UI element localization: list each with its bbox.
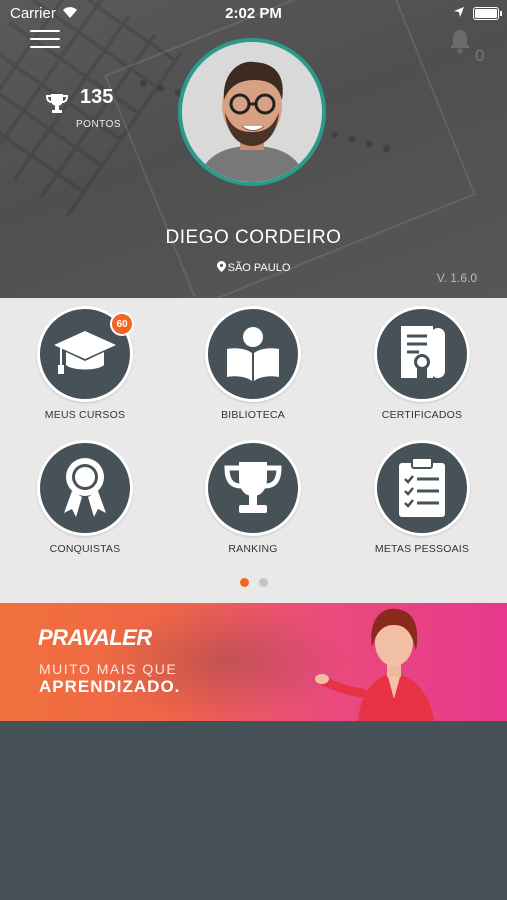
points-label: PONTOS — [76, 119, 122, 130]
tile-label: CERTIFICADOS — [381, 409, 463, 421]
tile-certificados[interactable]: CERTIFICADOS — [362, 306, 482, 421]
banner-brand-logo: PRAVALER — [38, 625, 152, 650]
notification-count: 0 — [475, 46, 485, 65]
tile-label: CONQUISTAS — [49, 543, 121, 555]
tile-label: METAS PESSOAIS — [374, 543, 470, 555]
user-photo — [182, 42, 322, 182]
page-dot[interactable] — [258, 578, 268, 587]
courses-count-badge: 60 — [110, 312, 134, 336]
page-dot-active[interactable] — [239, 578, 249, 587]
page-indicator — [0, 574, 507, 592]
status-time: 2:02 PM — [225, 5, 282, 22]
avatar[interactable] — [178, 38, 326, 186]
tile-conquistas[interactable]: CONQUISTAS — [25, 440, 145, 555]
user-location: SÃO PAULO — [0, 261, 507, 274]
banner-tagline-line2: APRENDIZADO. — [39, 677, 181, 696]
award-ribbon-icon — [64, 458, 106, 517]
tile-label: BIBLIOTECA — [221, 409, 285, 421]
tile-icon-circle — [374, 306, 470, 402]
promo-banner[interactable]: PRAVALER MUITO MAIS QUE APRENDIZADO. — [0, 603, 507, 721]
tile-icon-circle — [205, 306, 301, 402]
version-label: V. 1.6.0 — [436, 271, 477, 285]
map-pin-icon — [216, 261, 226, 272]
tile-label: RANKING — [228, 543, 278, 555]
menu-grid: 60 MEUS CURSOS BIBLIOTECA CERTIFICADOS C… — [0, 298, 507, 603]
tile-label: MEUS CURSOS — [44, 409, 126, 421]
clipboard-checklist-icon — [399, 457, 445, 517]
trophy-icon — [45, 92, 69, 119]
bell-icon[interactable] — [448, 28, 472, 59]
city-label: SÃO PAULO — [227, 262, 291, 274]
tile-ranking[interactable]: RANKING — [193, 440, 313, 555]
hamburger-menu-icon[interactable] — [30, 30, 60, 50]
status-bar: Carrier 2:02 PM — [0, 0, 507, 28]
reader-book-icon — [227, 327, 279, 381]
battery-icon — [473, 7, 502, 20]
tile-biblioteca[interactable]: BIBLIOTECA — [193, 306, 313, 421]
trophy-icon — [224, 462, 282, 513]
tile-icon-circle — [37, 440, 133, 536]
bottom-background — [0, 721, 507, 900]
profile-header: Carrier 2:02 PM 0 135 PONTOS DIEGO CORDE… — [0, 0, 507, 298]
points-value: 135 — [80, 86, 114, 108]
tile-icon-circle: 60 — [37, 306, 134, 402]
tile-metas-pessoais[interactable]: METAS PESSOAIS — [362, 440, 482, 555]
spokeswoman-image — [315, 608, 434, 721]
graduation-cap-icon — [54, 331, 116, 374]
tile-meus-cursos[interactable]: 60 MEUS CURSOS — [25, 306, 145, 421]
tile-icon-circle — [205, 440, 301, 536]
tile-icon-circle — [374, 440, 470, 536]
certificate-icon — [401, 326, 445, 382]
user-name: DIEGO CORDEIRO — [165, 227, 342, 248]
location-arrow-icon — [453, 5, 465, 22]
banner-tagline-line1: MUITO MAIS QUE — [39, 661, 178, 677]
